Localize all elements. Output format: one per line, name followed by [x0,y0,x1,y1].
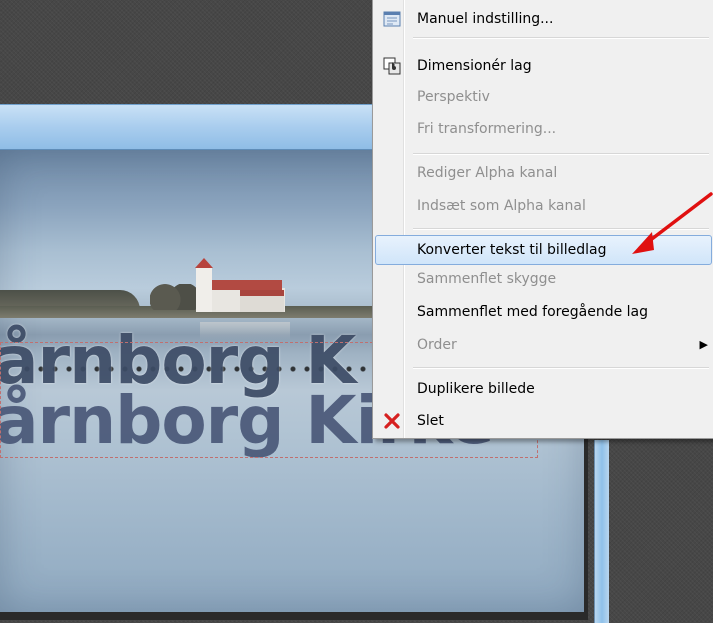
window-edge-strip [594,440,609,623]
menu-item-manual-settings[interactable]: Manuel indstilling... [375,6,712,32]
manual-settings-icon [383,11,401,27]
menu-separator [413,37,709,39]
menu-item-free-transform[interactable]: Fri transformering... [375,116,712,142]
image-window-titlebar[interactable] [0,104,392,150]
menu-item-label: Konverter tekst til billedlag [417,242,607,258]
menu-item-label: Dimensionér lag [417,58,532,74]
delete-x-icon [384,413,400,429]
menu-item-label: Sammenflet skygge [417,271,557,287]
menu-item-edit-alpha[interactable]: Rediger Alpha kanal [375,160,712,186]
menu-item-label: Indsæt som Alpha kanal [417,198,586,214]
church-annex [240,290,284,312]
menu-item-delete[interactable]: Slet [375,408,712,434]
submenu-arrow-icon: ▶ [699,338,708,351]
menu-item-label: Duplikere billede [417,381,535,397]
menu-item-label: Rediger Alpha kanal [417,165,558,181]
menu-item-label: Perspektiv [417,89,490,105]
menu-item-resize-layer[interactable]: Dimensionér lag [375,53,712,79]
menu-item-label: Slet [417,413,444,429]
menu-separator [413,153,709,155]
resize-layer-icon [383,57,401,75]
menu-item-merge-shadow[interactable]: Sammenflet skygge [375,266,712,292]
menu-item-label: Sammenflet med foregående lag [417,304,648,320]
menu-separator [413,367,709,369]
menu-item-perspective[interactable]: Perspektiv [375,84,712,110]
menu-item-label: Order [417,337,457,353]
menu-item-order[interactable]: Order ▶ [375,332,712,358]
red-pointer-arrow-icon [632,192,713,254]
menu-item-merge-with-previous[interactable]: Sammenflet med foregående lag [375,299,712,325]
church-tower [195,258,213,312]
church-roof [212,280,282,290]
menu-item-label: Fri transformering... [417,121,557,137]
menu-item-label: Manuel indstilling... [417,11,554,27]
trees [150,284,200,310]
menu-item-duplicate-image[interactable]: Duplikere billede [375,376,712,402]
